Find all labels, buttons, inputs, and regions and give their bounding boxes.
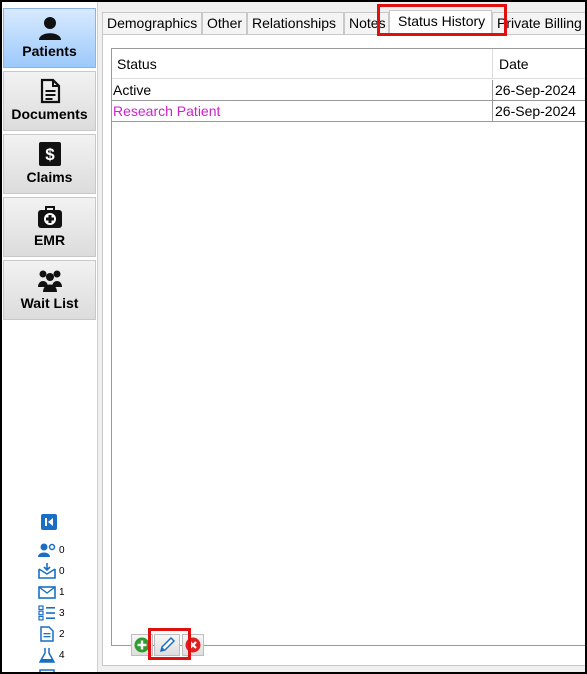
tab-demographics[interactable]: Demographics	[102, 12, 202, 34]
document-icon	[40, 78, 60, 104]
stat-patient-requests[interactable]: 0	[38, 542, 88, 560]
date-cell: 26-Sep-2024	[492, 80, 585, 100]
app-window: Patients Documents $ Claims EMR Wait Lis…	[0, 0, 587, 674]
delete-icon	[185, 637, 201, 653]
collapse-icon[interactable]	[41, 514, 57, 530]
tab-relationships[interactable]: Relationships	[247, 12, 344, 34]
plus-icon	[134, 637, 150, 653]
folder-icon	[39, 669, 55, 672]
table-row[interactable]: Research Patient 26-Sep-2024	[112, 101, 585, 122]
tab-bar: Demographics Other Relationships Notes S…	[102, 10, 585, 36]
sidebar-item-label: Documents	[11, 106, 88, 122]
sidebar-item-claims[interactable]: $ Claims	[3, 134, 96, 194]
sidebar-item-documents[interactable]: Documents	[3, 71, 96, 131]
stat-count: 3	[59, 608, 65, 619]
sidebar-item-label: EMR	[33, 232, 66, 248]
stat-inbox[interactable]: 0	[38, 563, 88, 581]
stat-more	[38, 668, 88, 672]
lab-flask-icon	[38, 648, 56, 663]
envelope-icon	[38, 586, 56, 599]
checklist-icon	[38, 605, 55, 621]
stat-count: 1	[59, 587, 65, 598]
add-status-button[interactable]	[131, 634, 153, 656]
table-row[interactable]: Active 26-Sep-2024	[112, 80, 585, 101]
date-cell: 26-Sep-2024	[492, 101, 585, 121]
sidebar-item-label: Wait List	[20, 295, 79, 311]
svg-text:$: $	[45, 145, 55, 164]
document-icon	[40, 626, 54, 642]
edit-status-button[interactable]	[154, 634, 180, 656]
delete-status-button[interactable]	[182, 634, 204, 656]
tab-private-billing[interactable]: Private Billing	[492, 12, 585, 34]
sidebar-item-emr[interactable]: EMR	[3, 197, 96, 257]
table-header: Status Date	[112, 49, 585, 79]
stat-count: 0	[59, 566, 65, 577]
status-history-panel: Status Date Active 26-Sep-2024 Research …	[102, 34, 585, 666]
patient-key-icon	[38, 543, 56, 557]
medical-bag-icon	[37, 206, 62, 228]
sidebar: Patients Documents $ Claims EMR Wait Lis…	[2, 2, 98, 672]
sidebar-item-patients[interactable]: Patients	[3, 8, 96, 68]
person-icon	[38, 17, 61, 40]
group-icon	[37, 270, 62, 292]
tab-notes[interactable]: Notes	[344, 12, 389, 34]
column-header-date[interactable]: Date	[492, 49, 585, 79]
main-content: Demographics Other Relationships Notes S…	[98, 2, 585, 672]
stat-tasks[interactable]: 3	[38, 605, 88, 623]
dollar-icon: $	[38, 142, 61, 166]
column-header-status[interactable]: Status	[112, 49, 492, 79]
stat-count: 2	[59, 629, 65, 640]
status-cell: Active	[113, 82, 152, 98]
pencil-icon	[159, 637, 176, 653]
inbox-download-icon	[38, 563, 56, 579]
tab-other[interactable]: Other	[202, 12, 247, 34]
stat-messages[interactable]: 1	[38, 584, 88, 602]
status-cell: Research Patient	[113, 103, 221, 119]
stat-count: 4	[59, 650, 65, 661]
stat-documents[interactable]: 2	[38, 626, 88, 644]
stat-lab-results[interactable]: 4	[38, 647, 88, 665]
sidebar-item-wait-list[interactable]: Wait List	[3, 260, 96, 320]
status-history-table: Status Date Active 26-Sep-2024 Research …	[111, 48, 585, 646]
tab-status-history[interactable]: Status History	[389, 10, 492, 36]
stat-count: 0	[59, 545, 65, 556]
sidebar-item-label: Patients	[22, 43, 77, 59]
sidebar-item-label: Claims	[26, 169, 73, 185]
